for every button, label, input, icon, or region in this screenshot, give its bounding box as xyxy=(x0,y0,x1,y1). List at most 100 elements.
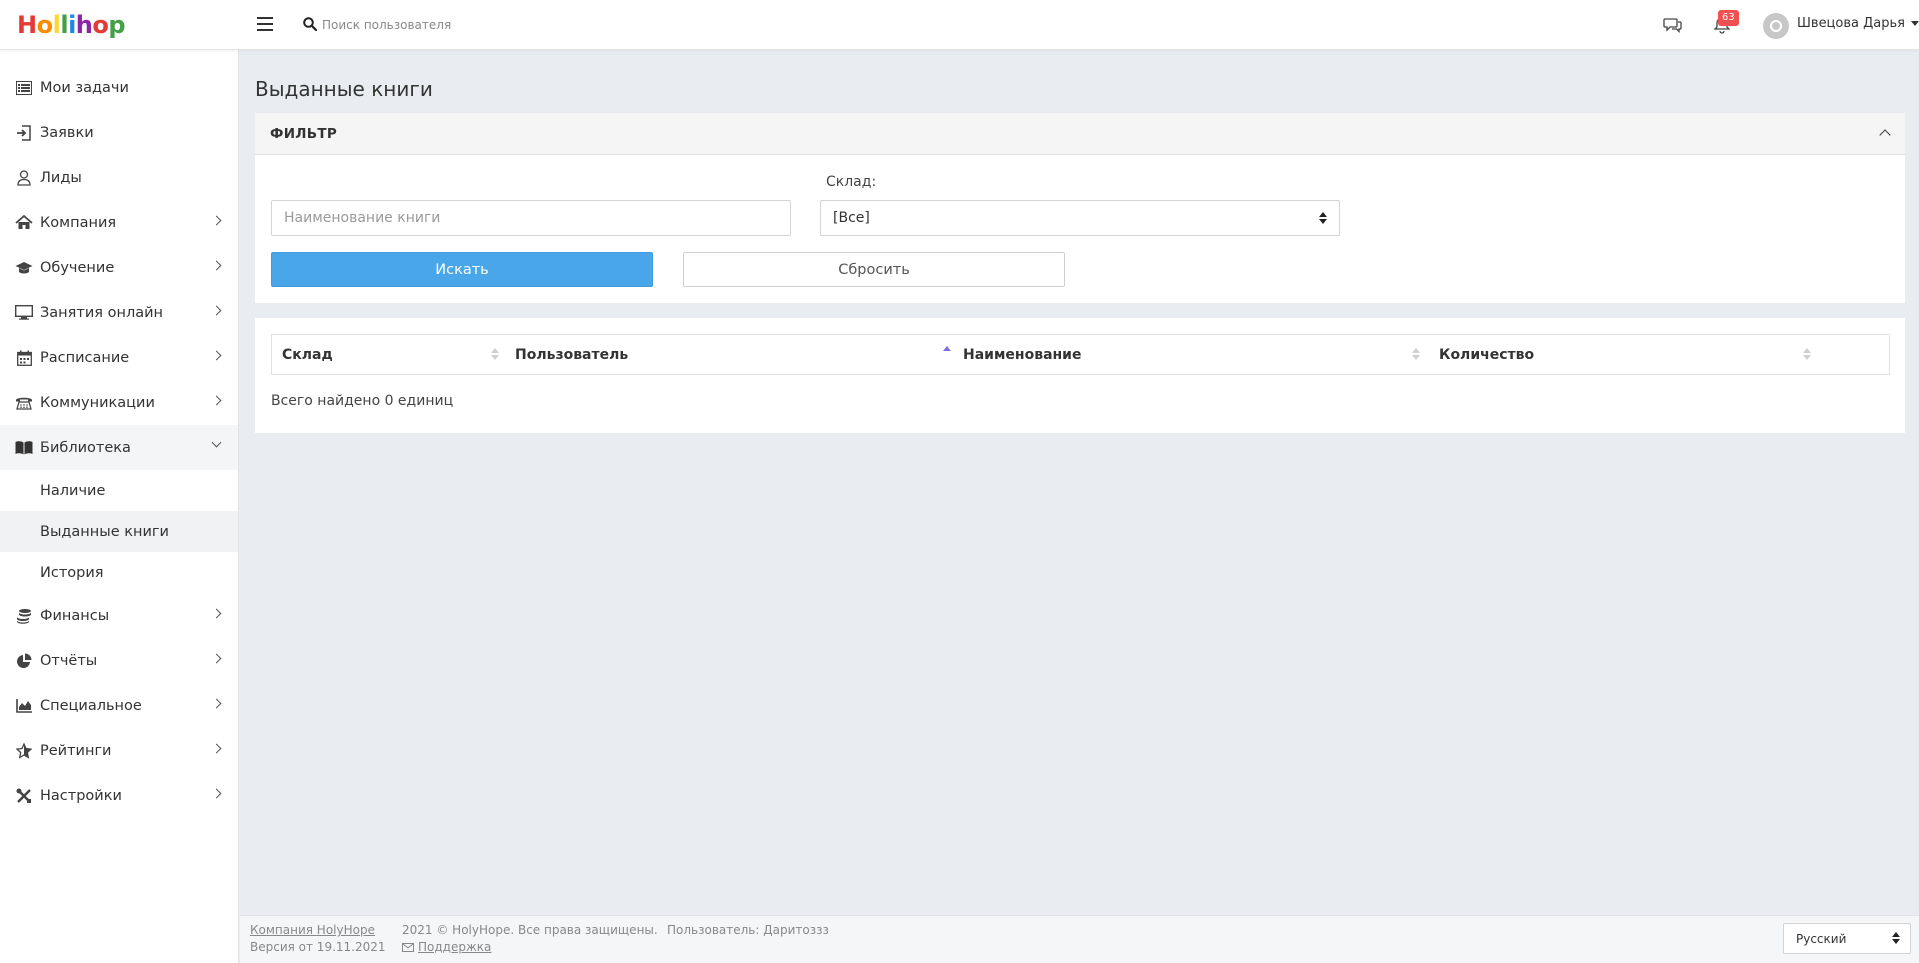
book-name-input[interactable] xyxy=(271,200,791,236)
sort-icon[interactable] xyxy=(1803,348,1811,362)
reset-button[interactable]: Сбросить xyxy=(683,252,1065,287)
sidebar-item-label: Обучение xyxy=(40,259,115,276)
user-icon xyxy=(15,169,33,187)
sidebar-subitem-label: Наличие xyxy=(40,482,106,499)
stock-select[interactable]: [Все] xyxy=(820,200,1340,236)
footer: Компания HolyHope Версия от 19.11.2021 2… xyxy=(240,915,1919,963)
sort-icon[interactable] xyxy=(1412,348,1420,362)
sidebar-item-label: Коммуникации xyxy=(40,394,155,411)
monitor-icon xyxy=(15,304,33,322)
avatar[interactable] xyxy=(1763,13,1789,39)
table-header: Склад Пользователь Наименование Количест… xyxy=(271,334,1890,375)
notifications-badge[interactable]: 63 xyxy=(1718,10,1739,26)
filter-panel: ФИЛЬТР Склад: [Все] Искать Сбросить xyxy=(255,113,1905,303)
sidebar-item-label: Занятия онлайн xyxy=(40,304,163,321)
sidebar-item-ratings[interactable]: Рейтинги xyxy=(0,728,238,773)
sidebar-subitem-availability[interactable]: Наличие xyxy=(0,470,238,511)
sidebar-item-reports[interactable]: Отчёты xyxy=(0,638,238,683)
menu-toggle-icon[interactable] xyxy=(257,17,273,31)
hollihop-logo[interactable]: Hollihop xyxy=(17,11,126,39)
results-total: Всего найдено 0 единиц xyxy=(271,393,454,409)
column-header-user[interactable]: Пользователь xyxy=(515,335,955,374)
chevron-right-icon xyxy=(211,698,222,709)
support-label: Поддержка xyxy=(418,940,492,954)
sidebar-item-special[interactable]: Специальное xyxy=(0,683,238,728)
search-button[interactable]: Искать xyxy=(271,252,653,287)
chevron-right-icon xyxy=(211,653,222,664)
select-arrows-icon xyxy=(1892,932,1900,944)
envelope-icon xyxy=(402,942,414,952)
chevron-right-icon xyxy=(211,260,222,271)
sidebar-item-online-lessons[interactable]: Занятия онлайн xyxy=(0,290,238,335)
sidebar-subitem-label: Выданные книги xyxy=(40,523,169,540)
user-search-input[interactable] xyxy=(322,14,622,36)
sidebar-item-requests[interactable]: Заявки xyxy=(0,110,238,155)
chevron-right-icon xyxy=(211,215,222,226)
calendar-icon xyxy=(15,349,33,367)
chevron-right-icon xyxy=(211,743,222,754)
language-select[interactable]: Русский xyxy=(1783,923,1911,954)
pie-chart-icon xyxy=(15,652,33,670)
chat-icon[interactable] xyxy=(1663,17,1682,33)
chevron-down-icon xyxy=(211,437,222,448)
caret-down-icon xyxy=(1910,21,1919,26)
sidebar-item-label: Специальное xyxy=(40,697,142,714)
filter-title: ФИЛЬТР xyxy=(270,126,338,142)
sidebar-item-label: Лиды xyxy=(40,169,82,186)
results-panel: Склад Пользователь Наименование Количест… xyxy=(255,318,1905,433)
coins-icon xyxy=(15,607,33,625)
user-menu[interactable]: Швецова Дарья xyxy=(1797,16,1919,31)
sidebar-item-communications[interactable]: Коммуникации xyxy=(0,380,238,425)
sidebar-item-settings[interactable]: Настройки xyxy=(0,773,238,818)
filter-header[interactable]: ФИЛЬТР xyxy=(255,113,1905,155)
sidebar-subitem-label: История xyxy=(40,564,104,581)
column-label: Наименование xyxy=(963,346,1082,363)
language-value: Русский xyxy=(1796,931,1847,946)
sidebar-item-label: Библиотека xyxy=(40,439,131,456)
company-link[interactable]: Компания HolyHope xyxy=(250,923,375,937)
sidebar-item-schedule[interactable]: Расписание xyxy=(0,335,238,380)
sidebar-item-label: Расписание xyxy=(40,349,130,366)
star-icon xyxy=(15,742,33,760)
sidebar-item-company[interactable]: Компания xyxy=(0,200,238,245)
current-user-text: Пользователь: Даритоззз xyxy=(667,923,829,937)
graduation-cap-icon xyxy=(15,259,33,277)
column-header-title[interactable]: Наименование xyxy=(963,335,1433,374)
sidebar-item-library[interactable]: Библиотека xyxy=(0,425,238,470)
copyright-text: 2021 © HolyHope. Все права защищены. xyxy=(402,923,658,937)
sidebar-item-label: Компания xyxy=(40,214,117,231)
top-header: Hollihop 63 Швецова Дарья xyxy=(0,0,1919,50)
sign-in-icon xyxy=(15,124,33,142)
chevron-up-icon[interactable] xyxy=(1879,129,1891,141)
stock-select-value: [Все] xyxy=(833,210,870,226)
sidebar-item-finance[interactable]: Финансы xyxy=(0,593,238,638)
sort-icon[interactable] xyxy=(491,348,499,362)
sidebar-item-label: Мои задачи xyxy=(40,79,129,96)
column-header-quantity[interactable]: Количество xyxy=(1439,335,1819,374)
sidebar-item-label: Финансы xyxy=(40,607,110,624)
phone-icon xyxy=(15,394,33,412)
version-text: Версия от 19.11.2021 xyxy=(250,940,386,954)
tasks-icon xyxy=(15,79,33,97)
sort-asc-icon[interactable] xyxy=(943,346,951,360)
search-icon xyxy=(303,17,317,31)
column-label: Количество xyxy=(1439,346,1535,363)
sidebar-item-education[interactable]: Обучение xyxy=(0,245,238,290)
user-name: Швецова Дарья xyxy=(1797,16,1905,31)
chevron-right-icon xyxy=(211,350,222,361)
select-arrows-icon xyxy=(1319,212,1327,224)
sidebar-item-label: Рейтинги xyxy=(40,742,112,759)
sidebar-subitem-issued-books[interactable]: Выданные книги xyxy=(0,511,238,552)
book-icon xyxy=(15,439,33,457)
sidebar-item-leads[interactable]: Лиды xyxy=(0,155,238,200)
support-link[interactable]: Поддержка xyxy=(402,940,491,954)
chevron-right-icon xyxy=(211,788,222,799)
sidebar: Мои задачи Заявки Лиды Компания Обучение… xyxy=(0,50,239,963)
sidebar-item-label: Заявки xyxy=(40,124,94,141)
sidebar-item-my-tasks[interactable]: Мои задачи xyxy=(0,65,238,110)
chevron-right-icon xyxy=(211,305,222,316)
column-header-stock[interactable]: Склад xyxy=(282,335,502,374)
area-chart-icon xyxy=(15,697,33,715)
sidebar-subitem-history[interactable]: История xyxy=(0,552,238,593)
column-label: Пользователь xyxy=(515,346,629,363)
